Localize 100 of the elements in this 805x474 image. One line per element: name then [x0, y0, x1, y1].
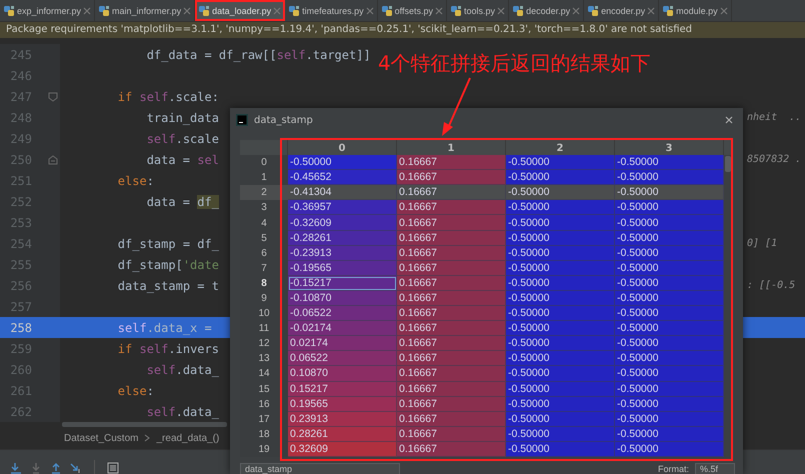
close-icon[interactable] — [647, 6, 656, 14]
table-cell[interactable]: 0.16667 — [397, 155, 506, 170]
table-cell[interactable]: -0.02174 — [288, 321, 397, 336]
table-cell[interactable]: -0.32609 — [288, 215, 397, 231]
table-cell[interactable]: 0.28261 — [288, 426, 397, 442]
table-cell[interactable]: -0.28261 — [288, 230, 397, 246]
slice-input-field[interactable]: data_stamp — [240, 463, 400, 474]
table-cell[interactable]: 0.16667 — [397, 366, 506, 382]
file-tab[interactable]: encoder.py — [584, 0, 660, 21]
table-cell[interactable]: -0.50000 — [615, 200, 724, 216]
step-down-icon[interactable] — [30, 462, 42, 474]
table-cell[interactable]: 0.16667 — [397, 336, 506, 352]
horizontal-scrollbar[interactable] — [62, 422, 227, 427]
table-cell[interactable]: 0.15217 — [288, 382, 397, 397]
table-cell[interactable]: 0.16667 — [397, 426, 506, 442]
table-cell[interactable]: -0.50000 — [506, 155, 615, 170]
table-cell[interactable]: -0.50000 — [506, 185, 615, 200]
file-tab[interactable]: module.py — [659, 0, 732, 21]
breadcrumb-item[interactable]: Dataset_Custom — [64, 432, 138, 444]
table-cell[interactable]: -0.50000 — [506, 246, 615, 261]
close-icon[interactable] — [435, 6, 444, 14]
table-cell[interactable]: -0.50000 — [615, 412, 724, 427]
table-cell[interactable]: -0.50000 — [506, 260, 615, 276]
table-cell[interactable]: 0.16667 — [397, 382, 506, 397]
table-cell[interactable]: -0.50000 — [615, 155, 724, 170]
breadcrumb-item[interactable]: _read_data_() — [156, 432, 220, 444]
table-cell[interactable]: -0.50000 — [506, 382, 615, 397]
table-cell[interactable]: -0.45652 — [288, 170, 397, 186]
table-cell[interactable]: 0.16667 — [397, 230, 506, 246]
table-cell[interactable]: -0.50000 — [506, 306, 615, 322]
table-cell[interactable]: 0.02174 — [288, 336, 397, 352]
table-cell[interactable]: -0.50000 — [506, 442, 615, 457]
table-cell[interactable]: -0.50000 — [506, 366, 615, 382]
column-header[interactable]: 1 — [397, 140, 506, 156]
run-to-cursor-icon[interactable] — [70, 462, 82, 474]
table-cell[interactable]: -0.50000 — [615, 246, 724, 261]
table-cell[interactable]: 0.16667 — [397, 412, 506, 427]
table-cell[interactable]: 0.16667 — [397, 442, 506, 457]
table-cell[interactable]: 0.16667 — [397, 276, 506, 291]
table-cell[interactable]: -0.50000 — [615, 351, 724, 366]
column-header[interactable]: 0 — [288, 140, 397, 156]
file-tab[interactable]: data_loader.py — [195, 0, 286, 21]
table-cell[interactable]: 0.16667 — [397, 246, 506, 261]
table-cell[interactable]: -0.50000 — [615, 170, 724, 186]
step-out-icon[interactable] — [50, 462, 62, 474]
table-cell[interactable]: -0.50000 — [615, 336, 724, 352]
table-cell[interactable]: -0.50000 — [615, 260, 724, 276]
table-cell[interactable]: -0.50000 — [506, 170, 615, 186]
table-cell[interactable]: 0.16667 — [397, 260, 506, 276]
table-cell[interactable]: -0.50000 — [288, 155, 397, 170]
vertical-scrollbar[interactable] — [725, 156, 731, 172]
table-cell[interactable]: -0.50000 — [615, 321, 724, 336]
close-icon[interactable] — [366, 6, 374, 14]
table-cell[interactable]: -0.50000 — [506, 290, 615, 306]
table-cell[interactable]: -0.06522 — [288, 306, 397, 322]
table-cell[interactable]: 0.16667 — [397, 215, 506, 231]
table-cell[interactable]: 0.16667 — [397, 396, 506, 412]
table-cell[interactable]: -0.50000 — [506, 351, 615, 366]
table-cell[interactable]: -0.50000 — [615, 382, 724, 397]
file-tab[interactable]: exp_informer.py — [0, 0, 96, 21]
file-tab[interactable]: timefeatures.py — [285, 0, 378, 21]
table-cell[interactable]: 0.16667 — [397, 290, 506, 306]
table-cell[interactable]: -0.50000 — [506, 215, 615, 231]
column-header[interactable]: 2 — [506, 140, 615, 156]
step-into-icon[interactable] — [10, 462, 22, 474]
table-cell[interactable]: -0.50000 — [506, 321, 615, 336]
table-cell[interactable]: 0.10870 — [288, 366, 397, 382]
table-cell[interactable]: -0.50000 — [506, 200, 615, 216]
table-cell[interactable]: -0.50000 — [506, 276, 615, 291]
column-header[interactable]: 3 — [615, 140, 724, 156]
table-cell[interactable]: -0.50000 — [615, 426, 724, 442]
table-cell[interactable]: -0.50000 — [506, 396, 615, 412]
table-cell[interactable]: 0.32609 — [288, 442, 397, 457]
table-cell[interactable]: 0.16667 — [397, 306, 506, 322]
table-cell[interactable]: 0.16667 — [397, 321, 506, 336]
close-icon[interactable] — [183, 6, 192, 14]
close-icon[interactable] — [572, 6, 580, 14]
table-cell[interactable]: -0.50000 — [615, 366, 724, 382]
close-icon[interactable] — [725, 116, 733, 124]
table-cell[interactable]: 0.16667 — [397, 185, 506, 200]
table-cell[interactable]: -0.50000 — [506, 230, 615, 246]
table-cell[interactable]: -0.50000 — [615, 230, 724, 246]
table-cell[interactable]: -0.41304 — [288, 185, 397, 200]
table-cell[interactable]: 0.16667 — [397, 200, 506, 216]
table-cell[interactable]: -0.50000 — [615, 396, 724, 412]
table-cell[interactable]: -0.50000 — [615, 442, 724, 457]
file-tab[interactable]: tools.py — [447, 0, 510, 21]
table-cell[interactable]: -0.50000 — [615, 185, 724, 200]
close-icon[interactable] — [497, 6, 506, 14]
table-cell[interactable]: -0.15217 — [288, 276, 397, 291]
file-tab[interactable]: offsets.py — [378, 0, 448, 21]
table-cell[interactable]: -0.50000 — [506, 426, 615, 442]
file-tab[interactable]: decoder.py — [509, 0, 584, 21]
format-input-field[interactable]: %.5f — [695, 463, 735, 474]
table-cell[interactable]: -0.50000 — [615, 306, 724, 322]
table-cell[interactable]: -0.50000 — [615, 290, 724, 306]
table-cell[interactable]: -0.50000 — [506, 336, 615, 352]
close-icon[interactable] — [720, 6, 728, 14]
table-cell[interactable]: -0.10870 — [288, 290, 397, 306]
table-cell[interactable]: 0.16667 — [397, 351, 506, 366]
